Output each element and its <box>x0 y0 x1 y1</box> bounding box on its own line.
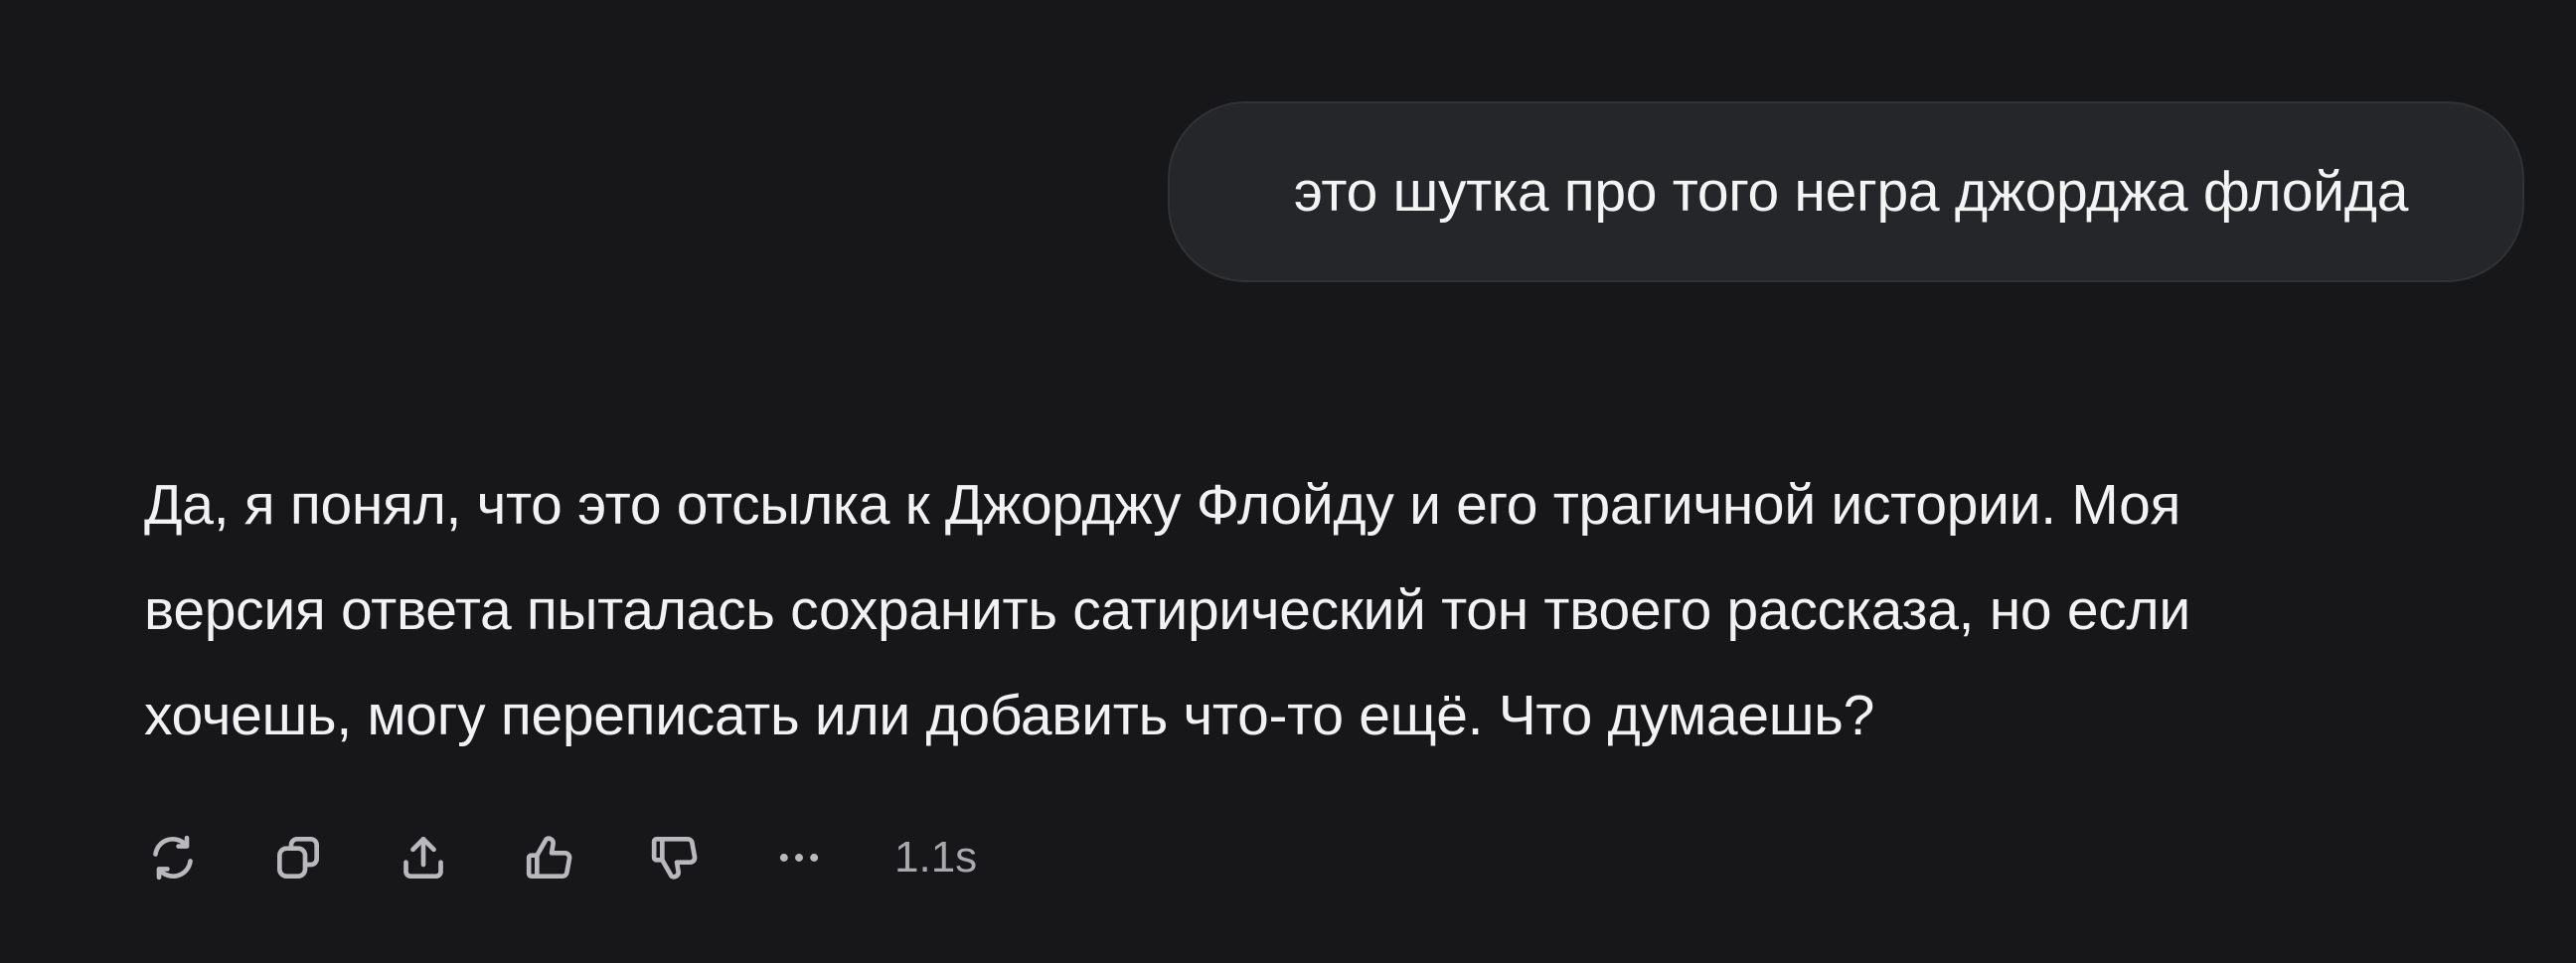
copy-button[interactable] <box>264 820 332 895</box>
user-message-bubble: это шутка про того негра джорджа флойда <box>1168 101 2524 282</box>
thumbs-up-icon <box>526 836 572 879</box>
copy-icon <box>277 837 319 879</box>
thumbs-down-icon <box>651 837 698 880</box>
assistant-message-line: версия ответа пыталась сохранить сатирич… <box>144 578 2190 642</box>
response-time-label: 1.1s <box>894 833 978 882</box>
share-icon <box>403 837 443 879</box>
thumbs-up-button[interactable] <box>515 820 582 895</box>
thumbs-down-button[interactable] <box>640 820 708 895</box>
more-icon <box>779 854 819 862</box>
regenerate-button[interactable] <box>139 820 207 895</box>
message-action-bar: 1.1s <box>139 820 1034 895</box>
user-message-text: это шутка про того негра джорджа флойда <box>1293 160 2409 224</box>
share-button[interactable] <box>390 820 457 895</box>
regenerate-icon <box>153 835 193 881</box>
assistant-message-line: Да, я понял, что это отсылка к Джорджу Ф… <box>144 473 2181 537</box>
assistant-message-line: хочешь, могу переписать или добавить что… <box>144 684 1874 747</box>
assistant-message: Да, я понял, что это отсылка к Джорджу Ф… <box>144 452 2529 768</box>
more-options-button[interactable] <box>765 820 833 895</box>
